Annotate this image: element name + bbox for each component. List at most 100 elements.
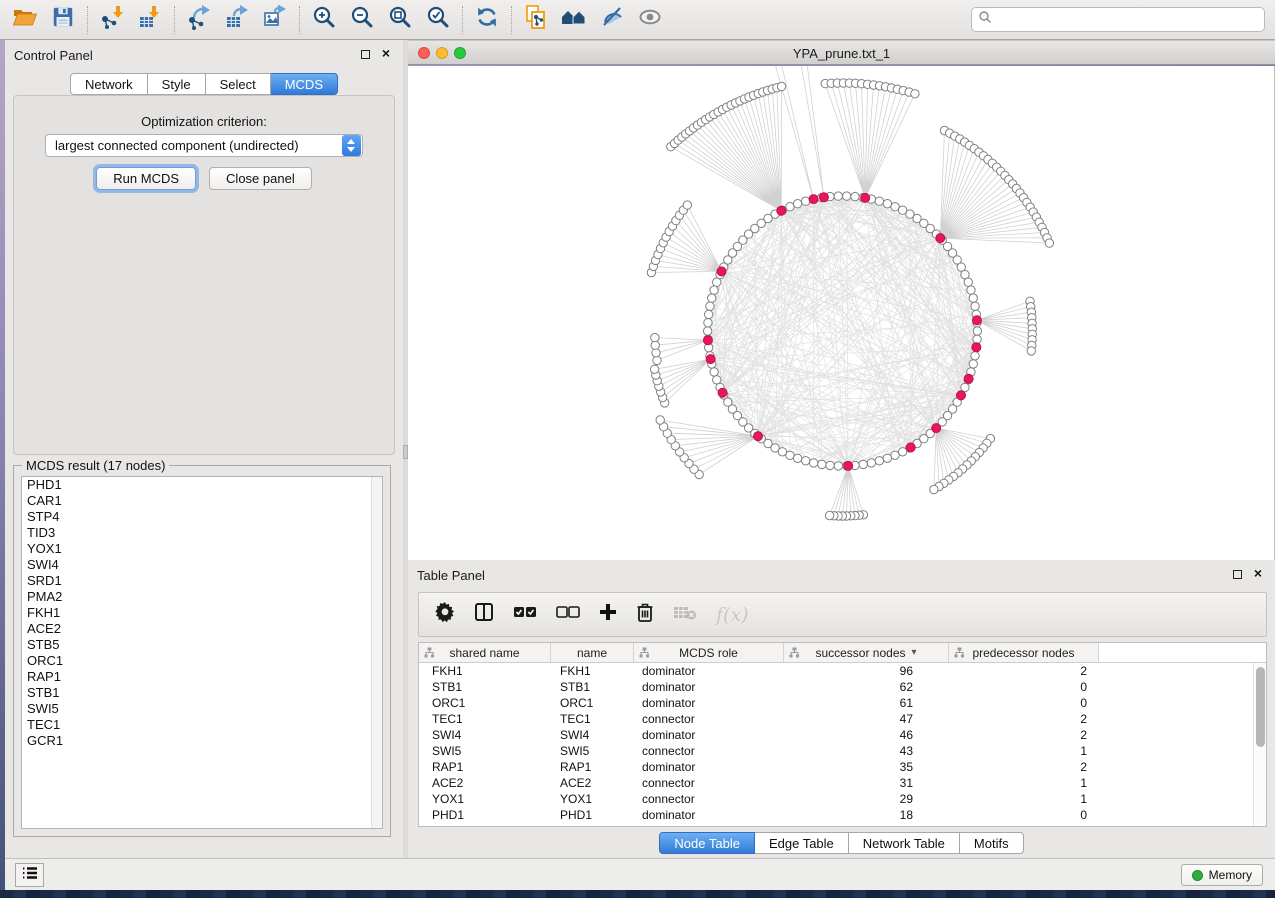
table-row[interactable]: FKH1FKH1dominator962 (419, 663, 1266, 679)
mcds-hub-node[interactable] (703, 336, 712, 345)
import-table-button[interactable] (131, 3, 169, 37)
mcds-node-item[interactable]: YOX1 (22, 541, 382, 557)
column-header-shared-name[interactable]: shared name (419, 643, 551, 662)
network-node[interactable] (971, 302, 979, 310)
export-table-button[interactable] (218, 3, 256, 37)
run-mcds-button[interactable]: Run MCDS (96, 167, 196, 190)
network-node[interactable] (1045, 239, 1053, 247)
mcds-node-item[interactable]: PMA2 (22, 589, 382, 605)
network-node[interactable] (786, 203, 794, 211)
refresh-button[interactable] (468, 3, 506, 37)
network-node[interactable] (653, 356, 661, 364)
table-row[interactable]: SWI4SWI4dominator462 (419, 727, 1266, 743)
export-network-button[interactable] (180, 3, 218, 37)
network-node[interactable] (842, 192, 850, 200)
network-node[interactable] (875, 457, 883, 465)
mcds-hub-node[interactable] (972, 343, 981, 352)
mcds-node-item[interactable]: GCR1 (22, 733, 382, 749)
column-header-predecessor-nodes[interactable]: predecessor nodes (949, 643, 1099, 662)
search-input[interactable] (992, 13, 1258, 27)
network-node[interactable] (710, 368, 718, 376)
network-canvas[interactable] (408, 66, 1275, 560)
network-node[interactable] (859, 460, 867, 468)
table-row[interactable]: RAP1RAP1dominator352 (419, 759, 1266, 775)
table-settings-button[interactable] (435, 602, 455, 627)
network-node[interactable] (656, 416, 664, 424)
mcds-hub-node[interactable] (717, 267, 726, 276)
clone-network-button[interactable] (517, 3, 555, 37)
table-row[interactable]: YOX1YOX1connector291 (419, 791, 1266, 807)
network-node[interactable] (801, 197, 809, 205)
network-node[interactable] (826, 461, 834, 469)
mcds-node-item[interactable]: STP4 (22, 509, 382, 525)
mcds-node-item[interactable]: SWI4 (22, 557, 382, 573)
network-node[interactable] (704, 319, 712, 327)
network-node[interactable] (883, 454, 891, 462)
network-node[interactable] (825, 511, 833, 519)
table-row[interactable]: ACE2ACE2connector311 (419, 775, 1266, 791)
network-node[interactable] (801, 457, 809, 465)
mcds-hub-node[interactable] (844, 461, 853, 470)
zoom-out-button[interactable] (343, 3, 381, 37)
table-row[interactable]: SWI5SWI5connector431 (419, 743, 1266, 759)
network-titlebar[interactable]: YPA_prune.txt_1 (408, 40, 1275, 65)
mcds-hub-node[interactable] (718, 388, 727, 397)
table-row[interactable]: STB1STB1dominator620 (419, 679, 1266, 695)
tab-style[interactable]: Style (148, 73, 206, 95)
network-node[interactable] (650, 365, 658, 373)
network-node[interactable] (967, 286, 975, 294)
deselect-all-button[interactable] (556, 605, 580, 624)
mcds-hub-node[interactable] (777, 206, 786, 215)
network-node[interactable] (867, 459, 875, 467)
search-box[interactable] (971, 7, 1265, 32)
float-panel-icon[interactable] (361, 50, 370, 59)
mcds-hub-node[interactable] (809, 195, 818, 204)
float-panel-icon[interactable] (1233, 570, 1242, 579)
close-panel-button[interactable]: Close panel (209, 167, 312, 190)
network-node[interactable] (710, 286, 718, 294)
save-session-button[interactable] (44, 3, 82, 37)
delete-column-button[interactable] (636, 602, 654, 627)
network-node[interactable] (777, 82, 785, 90)
network-node[interactable] (875, 197, 883, 205)
select-all-button[interactable] (513, 605, 537, 624)
network-node[interactable] (851, 192, 859, 200)
hide-selected-button[interactable] (593, 3, 631, 37)
network-node[interactable] (793, 454, 801, 462)
mcds-node-item[interactable]: RAP1 (22, 669, 382, 685)
mcds-node-item[interactable]: TEC1 (22, 717, 382, 733)
mcds-node-item[interactable]: ACE2 (22, 621, 382, 637)
column-header-MCDS-role[interactable]: MCDS role (634, 643, 784, 662)
network-graph[interactable] (408, 66, 1274, 560)
network-node[interactable] (793, 200, 801, 208)
network-node[interactable] (973, 335, 981, 343)
network-node[interactable] (883, 200, 891, 208)
network-node[interactable] (1027, 347, 1035, 355)
tab-node-table[interactable]: Node Table (659, 832, 755, 854)
mcds-hub-node[interactable] (932, 424, 941, 433)
network-node[interactable] (930, 485, 938, 493)
first-neighbors-button[interactable] (555, 3, 593, 37)
tab-mcds[interactable]: MCDS (271, 73, 338, 95)
network-node[interactable] (973, 327, 981, 335)
criterion-dropdown[interactable]: largest connected component (undirected) (45, 134, 363, 157)
zoom-in-button[interactable] (305, 3, 343, 37)
network-node[interactable] (652, 349, 660, 357)
mcds-node-item[interactable]: SRD1 (22, 573, 382, 589)
zoom-selected-button[interactable] (419, 3, 457, 37)
network-node[interactable] (708, 294, 716, 302)
table-row[interactable]: TEC1TEC1connector472 (419, 711, 1266, 727)
mcds-hub-node[interactable] (706, 355, 715, 364)
task-history-button[interactable] (15, 863, 44, 887)
network-node[interactable] (706, 302, 714, 310)
network-node[interactable] (964, 278, 972, 286)
column-header-name[interactable]: name (551, 643, 634, 662)
tab-select[interactable]: Select (206, 73, 271, 95)
network-node[interactable] (683, 201, 691, 209)
network-node[interactable] (834, 192, 842, 200)
mcds-hub-node[interactable] (819, 193, 828, 202)
column-header-successor-nodes[interactable]: successor nodes▾ (784, 643, 949, 662)
tab-network-table[interactable]: Network Table (849, 832, 960, 854)
network-node[interactable] (969, 360, 977, 368)
mcds-node-item[interactable]: STB5 (22, 637, 382, 653)
